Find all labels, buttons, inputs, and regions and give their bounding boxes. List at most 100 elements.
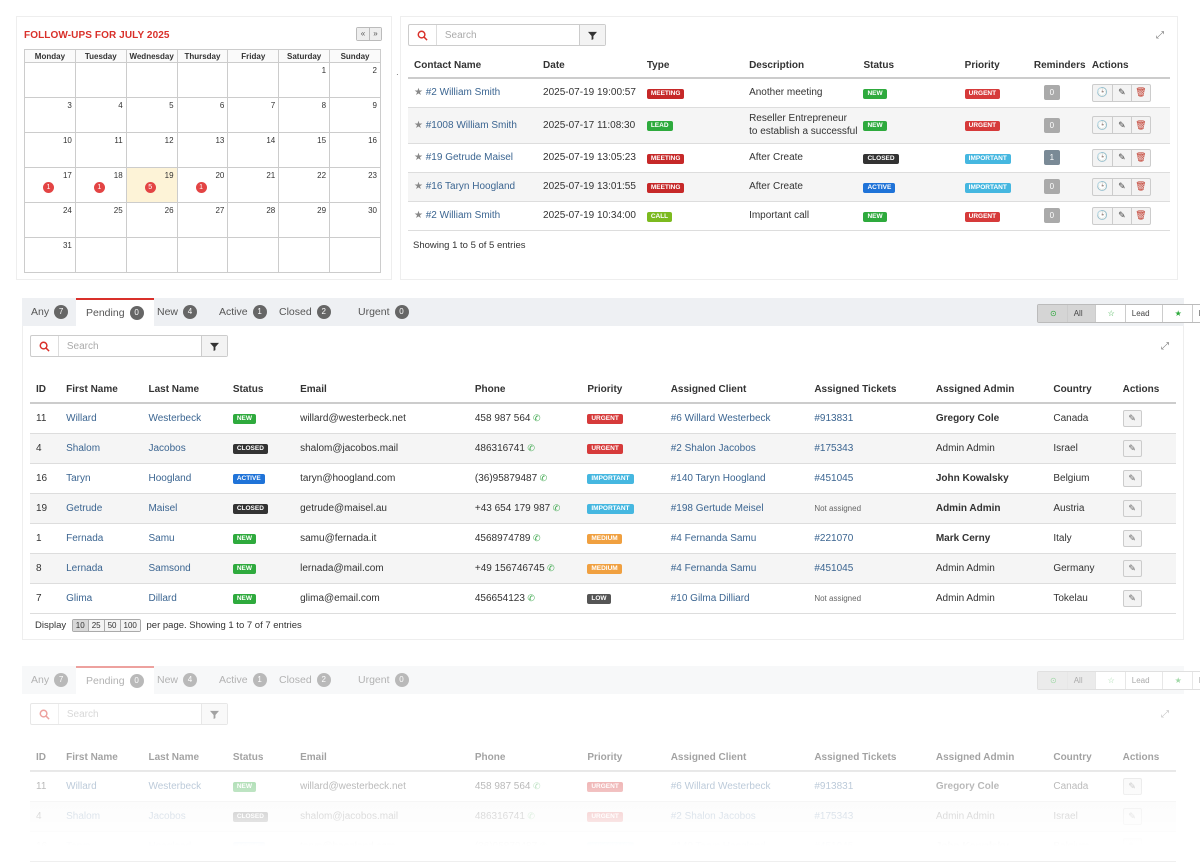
column-header[interactable]: Priority bbox=[958, 54, 1028, 79]
edit-icon[interactable]: ✎ bbox=[1111, 84, 1131, 101]
whatsapp-icon[interactable]: ✆ bbox=[550, 503, 561, 513]
first-name-link[interactable]: Taryn bbox=[66, 473, 90, 484]
reminders-count[interactable]: 1 bbox=[1043, 150, 1060, 165]
ticket-link[interactable]: #913831 bbox=[814, 413, 853, 424]
reminders-count[interactable]: 0 bbox=[1043, 208, 1060, 223]
calendar-day[interactable]: 23 bbox=[329, 167, 381, 203]
edit-icon[interactable]: ✎ bbox=[1122, 589, 1142, 607]
calendar-day[interactable]: 26 bbox=[125, 202, 178, 238]
calendar-day[interactable]: 22 bbox=[278, 167, 331, 203]
tab-new[interactable]: New 4 bbox=[157, 666, 198, 694]
calendar-day[interactable] bbox=[176, 62, 229, 98]
ticket-link[interactable]: #451045 bbox=[814, 563, 853, 574]
column-header[interactable]: Actions bbox=[1116, 377, 1176, 404]
client-link[interactable]: #140 Taryn Hoogland bbox=[671, 473, 766, 484]
edit-icon[interactable]: ✎ bbox=[1122, 409, 1142, 427]
tab-closed[interactable]: Closed 2 bbox=[279, 298, 331, 326]
calendar-day[interactable]: 15 bbox=[278, 132, 331, 168]
calendar-day[interactable]: 25 bbox=[74, 202, 127, 238]
client-link[interactable]: #6 Willard Westerbeck bbox=[671, 413, 771, 424]
tab-urgent[interactable]: Urgent 0 bbox=[358, 298, 409, 326]
edit-icon[interactable]: ✎ bbox=[1122, 559, 1142, 577]
column-header[interactable]: Assigned Admin bbox=[929, 377, 1048, 404]
calendar-day[interactable]: 28 bbox=[227, 202, 280, 238]
contact-row[interactable]: 11 Willard Westerbeck NEW willard@westerbeck… bbox=[30, 403, 1176, 434]
star-icon[interactable]: ★ bbox=[414, 120, 426, 131]
contact-row[interactable]: 1 Fernada Samu NEW samu@fernada.it 4568974789… bbox=[30, 523, 1176, 554]
calendar-day[interactable] bbox=[176, 237, 229, 273]
first-name-link[interactable]: Lernada bbox=[66, 563, 103, 574]
edit-icon[interactable]: ✎ bbox=[1111, 117, 1131, 133]
first-name-link[interactable]: Willard bbox=[66, 413, 97, 424]
filter-all-button[interactable]: ⊙ All bbox=[1038, 305, 1095, 322]
tab-active[interactable]: Active 1 bbox=[219, 298, 267, 326]
followup-row[interactable]: ★ #2 William Smith 2025-07-19 19:00:57 MEE… bbox=[408, 78, 1170, 108]
calendar-day[interactable] bbox=[74, 62, 127, 98]
calendar-day[interactable]: 6 bbox=[176, 97, 229, 133]
calendar-day[interactable]: 24 bbox=[24, 202, 76, 238]
page-size-option[interactable]: 100 bbox=[119, 620, 140, 631]
tab-new[interactable]: New 4 bbox=[157, 298, 198, 326]
calendar-day[interactable]: 9 bbox=[329, 97, 381, 133]
trash-icon[interactable]: 🗑 bbox=[1130, 84, 1150, 101]
last-name-link[interactable]: Jacobos bbox=[148, 443, 185, 454]
edit-icon[interactable]: ✎ bbox=[1122, 529, 1142, 547]
expand-icon[interactable]: ⤢ bbox=[1161, 709, 1169, 720]
first-name-link[interactable]: Glima bbox=[66, 593, 92, 604]
contacts-search-input[interactable] bbox=[58, 336, 202, 356]
calendar-day[interactable] bbox=[227, 62, 280, 98]
client-link[interactable]: #4 Fernanda Samu bbox=[671, 563, 757, 574]
last-name-link[interactable]: Dillard bbox=[148, 593, 176, 604]
last-name-link[interactable]: Samsond bbox=[148, 563, 190, 574]
column-header[interactable]: Phone bbox=[468, 377, 582, 404]
whatsapp-icon[interactable]: ✆ bbox=[530, 413, 541, 423]
calendar-day[interactable]: 3 bbox=[24, 97, 76, 133]
column-header[interactable]: Date bbox=[537, 54, 641, 79]
tab-any[interactable]: Any 7 bbox=[31, 298, 69, 326]
page-size-option[interactable]: 25 bbox=[87, 620, 104, 631]
first-name-link[interactable]: Fernada bbox=[66, 533, 103, 544]
calendar-day[interactable]: 1 bbox=[278, 62, 331, 98]
star-icon[interactable]: ★ bbox=[414, 210, 426, 221]
last-name-link[interactable]: Westerbeck bbox=[148, 413, 201, 424]
first-name-link[interactable]: Shalom bbox=[66, 443, 100, 454]
client-link[interactable]: #2 Shalon Jacobos bbox=[671, 443, 756, 454]
star-icon[interactable]: ★ bbox=[414, 87, 426, 98]
filter-icon[interactable] bbox=[579, 25, 605, 45]
calendar-day[interactable]: 29 bbox=[278, 202, 331, 238]
reminders-count[interactable]: 0 bbox=[1043, 117, 1060, 133]
followup-row[interactable]: ★ #16 Taryn Hoogland 2025-07-19 13:01:55 M… bbox=[408, 172, 1170, 202]
edit-icon[interactable]: ✎ bbox=[1122, 469, 1142, 487]
ticket-link[interactable]: #221070 bbox=[814, 533, 853, 544]
search-icon[interactable] bbox=[31, 704, 59, 724]
calendar-day[interactable]: 5 bbox=[125, 97, 178, 133]
column-header[interactable]: Type bbox=[640, 54, 744, 79]
whatsapp-icon[interactable]: ✆ bbox=[537, 473, 548, 483]
column-header[interactable]: Country bbox=[1047, 377, 1117, 404]
ticket-link[interactable]: #451045 bbox=[814, 473, 853, 484]
contact-link[interactable]: #1008 William Smith bbox=[426, 120, 517, 131]
calendar-prev-button[interactable]: « bbox=[357, 28, 369, 40]
followup-row[interactable]: ★ #1008 William Smith 2025-07-17 11:08:30… bbox=[408, 107, 1170, 144]
calendar-day[interactable] bbox=[125, 237, 178, 273]
last-name-link[interactable]: Maisel bbox=[148, 503, 177, 514]
calendar-day[interactable]: 13 bbox=[176, 132, 229, 168]
tab-urgent[interactable]: Urgent 0 bbox=[358, 666, 409, 694]
client-link[interactable]: #4 Fernanda Samu bbox=[671, 533, 757, 544]
calendar-day[interactable] bbox=[24, 62, 76, 98]
trash-icon[interactable]: 🗑 bbox=[1130, 178, 1150, 195]
filter-potential-button[interactable]: ★ Potential bbox=[1161, 305, 1200, 322]
column-header[interactable]: Contact Name bbox=[408, 54, 538, 79]
reminders-count[interactable]: 0 bbox=[1043, 85, 1060, 101]
expand-icon[interactable]: ⤢ bbox=[1161, 341, 1169, 352]
column-header[interactable]: First Name bbox=[60, 377, 143, 404]
followup-count-badge[interactable]: 1 bbox=[43, 182, 54, 193]
column-header[interactable]: Priority bbox=[581, 377, 665, 404]
calendar-day[interactable]: 8 bbox=[278, 97, 331, 133]
contacts-search-input[interactable] bbox=[58, 704, 202, 724]
whatsapp-icon[interactable]: ✆ bbox=[525, 443, 535, 453]
edit-icon[interactable]: ✎ bbox=[1111, 207, 1131, 224]
filter-lead-button[interactable]: ☆ Lead bbox=[1094, 305, 1162, 322]
calendar-day[interactable]: 14 bbox=[227, 132, 280, 168]
whatsapp-icon[interactable]: ✆ bbox=[525, 593, 535, 603]
